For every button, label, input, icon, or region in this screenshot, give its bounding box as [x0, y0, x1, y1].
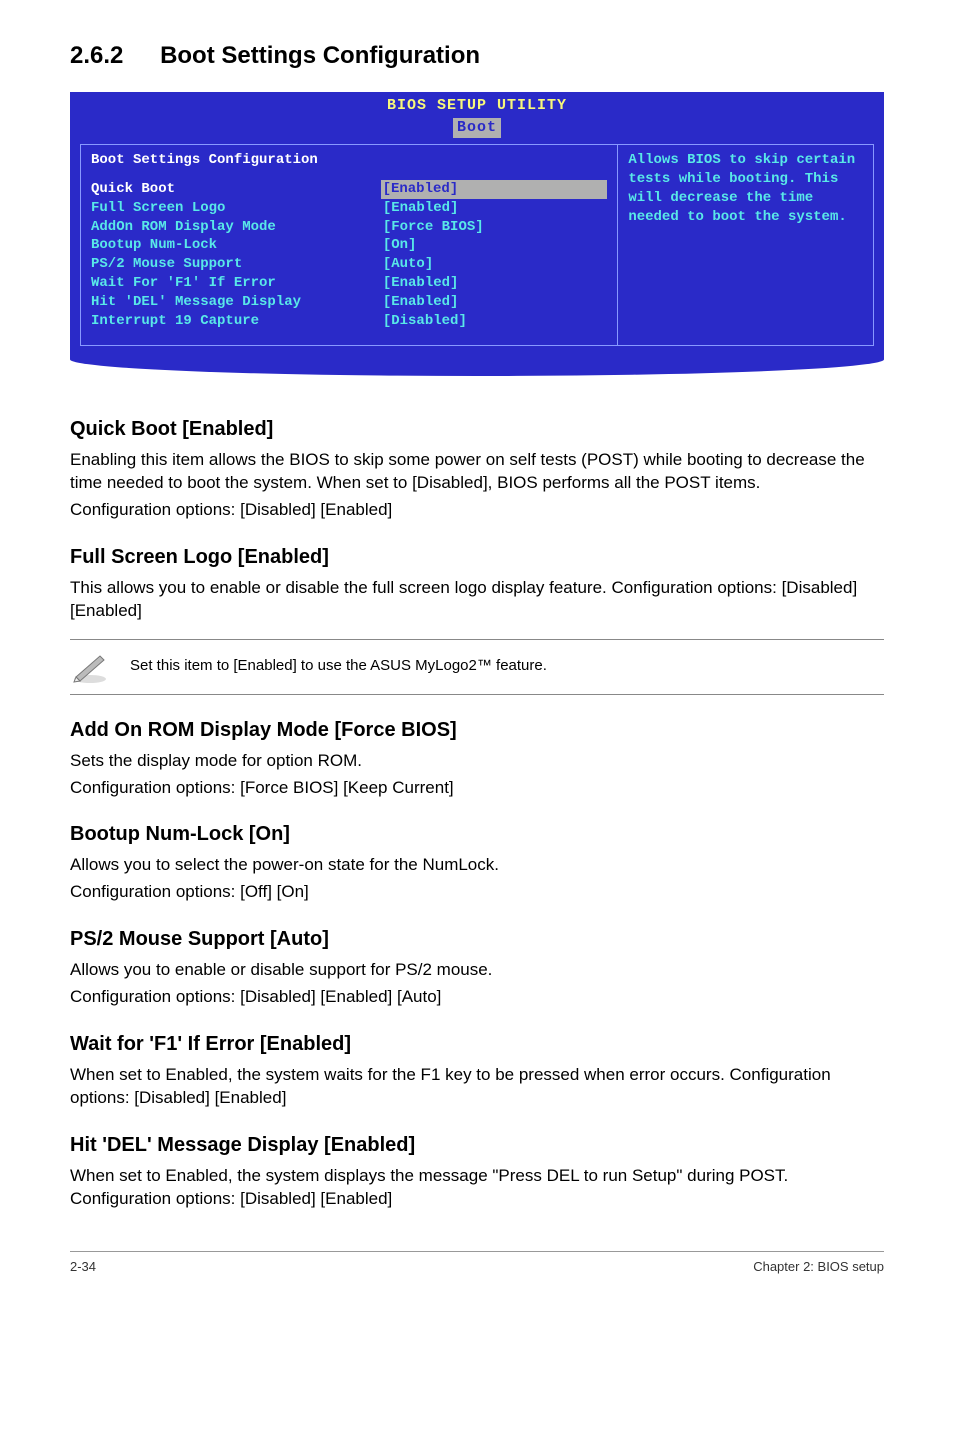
bios-setting-label: Hit 'DEL' Message Display: [91, 293, 383, 312]
bios-setting-value: [Enabled]: [383, 293, 607, 312]
text-numlock-2: Configuration options: [Off] [On]: [70, 881, 884, 904]
bios-help-panel: Allows BIOS to skip certain tests while …: [617, 144, 874, 346]
bios-header: BIOS SETUP UTILITY Boot: [70, 92, 884, 138]
note-box: Set this item to [Enabled] to use the AS…: [70, 639, 884, 695]
bios-panel-title: Boot Settings Configuration: [91, 151, 607, 170]
bios-setting-row: Full Screen Logo[Enabled]: [91, 199, 607, 218]
bios-setting-value: [Enabled]: [383, 274, 607, 293]
bios-setting-row: PS/2 Mouse Support[Auto]: [91, 255, 607, 274]
bios-setting-label: Interrupt 19 Capture: [91, 312, 383, 331]
bios-setting-label: Bootup Num-Lock: [91, 236, 383, 255]
bios-screenshot: BIOS SETUP UTILITY Boot Boot Settings Co…: [70, 92, 884, 376]
heading-hit-del: Hit 'DEL' Message Display [Enabled]: [70, 1132, 884, 1159]
footer-chapter: Chapter 2: BIOS setup: [753, 1258, 884, 1276]
heading-numlock: Bootup Num-Lock [On]: [70, 821, 884, 848]
bios-setting-row: Wait For 'F1' If Error[Enabled]: [91, 274, 607, 293]
text-addon-rom-1: Sets the display mode for option ROM.: [70, 750, 884, 773]
note-text: Set this item to [Enabled] to use the AS…: [130, 656, 547, 676]
bios-help-text: Allows BIOS to skip certain tests while …: [628, 152, 855, 225]
text-quick-boot-1: Enabling this item allows the BIOS to sk…: [70, 449, 884, 495]
bios-setting-value: [On]: [383, 236, 607, 255]
page-footer: 2-34 Chapter 2: BIOS setup: [70, 1251, 884, 1276]
bios-setting-value: [Enabled]: [381, 180, 608, 199]
heading-quick-boot: Quick Boot [Enabled]: [70, 416, 884, 443]
text-full-screen-logo: This allows you to enable or disable the…: [70, 577, 884, 623]
text-quick-boot-2: Configuration options: [Disabled] [Enabl…: [70, 499, 884, 522]
bios-left-panel: Boot Settings Configuration Quick Boot[E…: [80, 144, 617, 346]
section-number: 2.6.2: [70, 40, 123, 72]
text-addon-rom-2: Configuration options: [Force BIOS] [Kee…: [70, 777, 884, 800]
bios-setting-value: [Auto]: [383, 255, 607, 274]
bios-setting-label: Full Screen Logo: [91, 199, 383, 218]
bios-setting-row: Bootup Num-Lock[On]: [91, 236, 607, 255]
bios-setting-value: [Disabled]: [383, 312, 607, 331]
section-heading: 2.6.2 Boot Settings Configuration: [70, 40, 884, 72]
bios-setting-row: AddOn ROM Display Mode[Force BIOS]: [91, 218, 607, 237]
bios-setting-label: PS/2 Mouse Support: [91, 255, 383, 274]
text-ps2-2: Configuration options: [Disabled] [Enabl…: [70, 986, 884, 1009]
bios-setting-label: Quick Boot: [91, 180, 381, 199]
text-numlock-1: Allows you to select the power-on state …: [70, 854, 884, 877]
bios-setting-row: Hit 'DEL' Message Display[Enabled]: [91, 293, 607, 312]
heading-ps2: PS/2 Mouse Support [Auto]: [70, 926, 884, 953]
bios-setting-label: Wait For 'F1' If Error: [91, 274, 383, 293]
footer-page-number: 2-34: [70, 1258, 96, 1276]
bios-header-text: BIOS SETUP UTILITY: [387, 97, 567, 114]
heading-full-screen-logo: Full Screen Logo [Enabled]: [70, 544, 884, 571]
heading-addon-rom: Add On ROM Display Mode [Force BIOS]: [70, 717, 884, 744]
section-title-text: Boot Settings Configuration: [160, 42, 480, 69]
bios-setting-value: [Enabled]: [383, 199, 607, 218]
bios-setting-value: [Force BIOS]: [383, 218, 607, 237]
text-wait-f1: When set to Enabled, the system waits fo…: [70, 1064, 884, 1110]
bios-setting-label: AddOn ROM Display Mode: [91, 218, 383, 237]
bios-setting-row: Interrupt 19 Capture[Disabled]: [91, 312, 607, 331]
bios-tab: Boot: [453, 118, 501, 138]
bios-setting-row: Quick Boot[Enabled]: [91, 180, 607, 199]
text-hit-del: When set to Enabled, the system displays…: [70, 1165, 884, 1211]
heading-wait-f1: Wait for 'F1' If Error [Enabled]: [70, 1031, 884, 1058]
pencil-note-icon: [70, 650, 110, 684]
text-ps2-1: Allows you to enable or disable support …: [70, 959, 884, 982]
